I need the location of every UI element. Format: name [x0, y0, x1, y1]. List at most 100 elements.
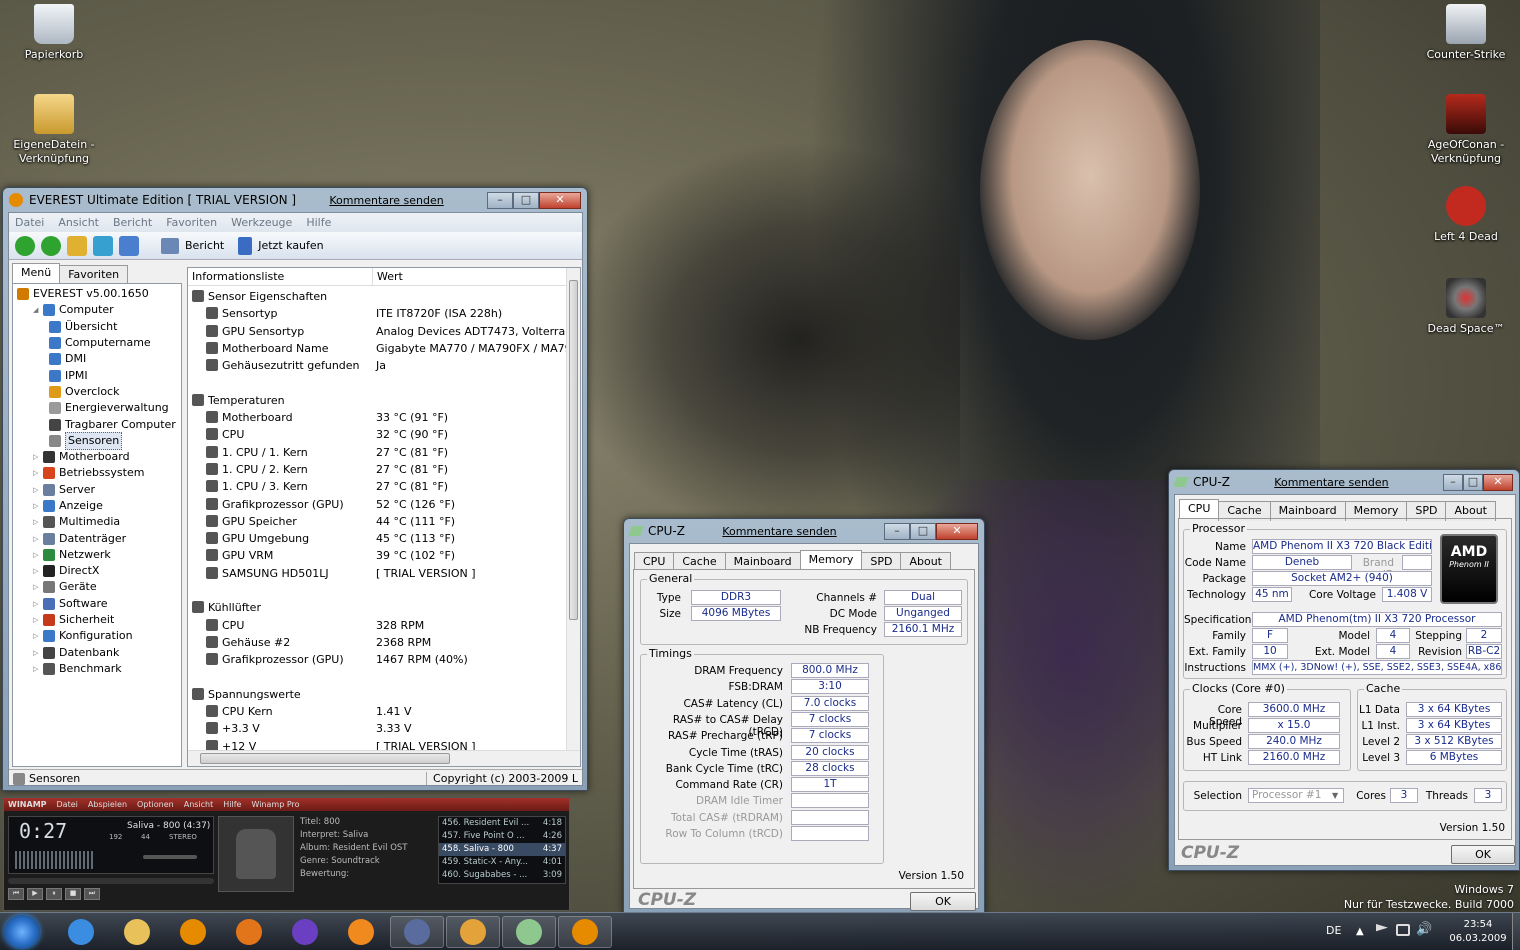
desktop-icon-left4dead[interactable]: Left 4 Dead	[1424, 186, 1508, 244]
taskbar-app-explorer[interactable]	[110, 916, 164, 948]
tab-favoriten[interactable]: Favoriten	[59, 265, 129, 285]
list-vscrollbar[interactable]	[566, 268, 580, 750]
tab-memory[interactable]: Memory	[799, 550, 863, 570]
expand-icon[interactable]: ▷	[33, 449, 43, 465]
volume-icon[interactable]: 🔊	[1416, 922, 1432, 937]
stop-button[interactable]: ■	[65, 888, 81, 900]
maximize-button[interactable]: □	[513, 191, 539, 209]
tree-item[interactable]: ▷ Anzeige	[17, 498, 181, 514]
seek-bar[interactable]	[8, 878, 214, 884]
language-indicator[interactable]: DE	[1326, 924, 1341, 937]
taskbar-app-cpuz[interactable]	[502, 916, 556, 948]
expand-icon[interactable]: ▷	[33, 596, 43, 612]
maximize-button[interactable]: □	[910, 522, 936, 540]
processor-select[interactable]: Processor #1	[1248, 788, 1344, 803]
expand-icon[interactable]: ▷	[33, 498, 43, 514]
pause-button[interactable]: ⏸	[46, 888, 62, 900]
list-row[interactable]: CPU 32 °C (90 °F)	[188, 426, 566, 443]
desktop-icon-age-of-conan[interactable]: AgeOfConan - Verknüpfung	[1424, 94, 1508, 166]
list-hscroll-thumb[interactable]	[200, 753, 450, 764]
kommentare-senden-link[interactable]: Kommentare senden	[722, 525, 836, 538]
cpuz-cpu-titlebar[interactable]: CPU-Z Kommentare senden – □ ✕	[1169, 470, 1519, 494]
taskbar-app-app5[interactable]	[278, 916, 332, 948]
list-row[interactable]: GPU Umgebung 45 °C (113 °F)	[188, 530, 566, 547]
list-row[interactable]: SAMSUNG HD501LJ [ TRIAL VERSION ]	[188, 565, 566, 582]
tree-item[interactable]: ▷ Datenbank	[17, 645, 181, 661]
playlist-item[interactable]: 458. Saliva - 800 4:37	[439, 843, 565, 856]
list-section[interactable]: Sensor Eigenschaften	[188, 288, 566, 305]
winamp-menu-hilfe[interactable]: Hilfe	[223, 800, 241, 809]
taskbar-app-everest2[interactable]	[558, 916, 612, 948]
taskbar-app-player[interactable]	[334, 916, 388, 948]
tree-item[interactable]: ▷ Konfiguration	[17, 628, 181, 644]
list-row[interactable]: Grafikprozessor (GPU) 1467 RPM (40%)	[188, 651, 566, 668]
list-row[interactable]: CPU 328 RPM	[188, 617, 566, 634]
expand-icon[interactable]: ▷	[33, 628, 43, 644]
list-section[interactable]: Kühllüfter	[188, 599, 566, 616]
volume-slider[interactable]	[143, 855, 197, 859]
tree-item[interactable]: EVEREST v5.00.1650	[17, 286, 181, 302]
taskbar-app-everest[interactable]	[166, 916, 220, 948]
list-row[interactable]: Grafikprozessor (GPU) 52 °C (126 °F)	[188, 496, 566, 513]
tree-item[interactable]: ▷ Multimedia	[17, 514, 181, 530]
list-row[interactable]: Gehäusezutritt gefunden Ja	[188, 357, 566, 374]
flag-icon[interactable]	[1376, 924, 1388, 932]
menu-bericht[interactable]: Bericht	[113, 216, 152, 229]
tree-item[interactable]: Computername	[17, 335, 181, 351]
tree-item[interactable]: ◢ Computer	[17, 302, 181, 318]
jetzt-kaufen-button[interactable]: Jetzt kaufen	[258, 239, 323, 252]
tree-item[interactable]: ▷ Benchmark	[17, 661, 181, 677]
start-button[interactable]	[4, 915, 40, 949]
playlist-item[interactable]: 459. Static-X - Any... 4:01	[439, 856, 565, 869]
tree-item[interactable]: ▷ Software	[17, 596, 181, 612]
bericht-button[interactable]: Bericht	[185, 239, 224, 252]
playlist-item[interactable]: 460. Sugababes - ... 3:09	[439, 869, 565, 882]
prev-button[interactable]: ⏮	[8, 888, 24, 900]
taskbar-app-media[interactable]	[222, 916, 276, 948]
ok-button[interactable]: OK	[1451, 845, 1515, 864]
menu-favoriten[interactable]: Favoriten	[166, 216, 217, 229]
tray-arrow-icon[interactable]: ▲	[1356, 926, 1364, 937]
list-row[interactable]: Gehäuse #2 2368 RPM	[188, 634, 566, 651]
tree-item[interactable]: ▷ Betriebssystem	[17, 465, 181, 481]
tree-item[interactable]: IPMI	[17, 367, 181, 383]
play-button[interactable]: ▶	[27, 888, 43, 900]
list-row[interactable]: Sensortyp ITE IT8720F (ISA 228h)	[188, 305, 566, 322]
ok-button[interactable]: OK	[910, 892, 976, 911]
winamp-menu-datei[interactable]: Datei	[57, 800, 78, 809]
expand-icon[interactable]: ▷	[33, 482, 43, 498]
kommentare-senden-link[interactable]: Kommentare senden	[1274, 476, 1388, 489]
tree-item[interactable]: Sensoren	[17, 431, 181, 450]
expand-icon[interactable]: ▷	[33, 465, 43, 481]
tree-item[interactable]: DMI	[17, 351, 181, 367]
close-button[interactable]: ✕	[936, 522, 978, 540]
col-informationsliste[interactable]: Informationsliste	[192, 268, 284, 286]
desktop-icon-dead-space[interactable]: Dead Space™	[1424, 278, 1508, 336]
tab-cpu[interactable]: CPU	[1179, 499, 1220, 519]
tab-menu[interactable]: Menü	[12, 263, 61, 283]
list-row[interactable]: Motherboard Name Gigabyte MA770 / MA790FX…	[188, 340, 566, 357]
everest-titlebar[interactable]: EVEREST Ultimate Edition [ TRIAL VERSION…	[3, 188, 587, 212]
list-section[interactable]: Temperaturen	[188, 392, 566, 409]
list-row[interactable]: GPU VRM 39 °C (102 °F)	[188, 547, 566, 564]
desktop-icon-eigenedatein[interactable]: EigeneDatein - Verknüpfung	[12, 94, 96, 166]
list-row[interactable]: GPU Sensortyp Analog Devices ADT7473, Vol…	[188, 323, 566, 340]
playlist-item[interactable]: 456. Resident Evil ... 4:18	[439, 817, 565, 830]
network-icon[interactable]	[1396, 924, 1410, 936]
close-button[interactable]: ✕	[539, 191, 581, 209]
list-section[interactable]	[188, 669, 566, 686]
menu-datei[interactable]: Datei	[15, 216, 44, 229]
forward-icon[interactable]	[41, 235, 61, 256]
show-desktop-button[interactable]	[1512, 913, 1520, 950]
menu-werkzeuge[interactable]: Werkzeuge	[231, 216, 292, 229]
winamp-menu-optionen[interactable]: Optionen	[137, 800, 174, 809]
expand-icon[interactable]: ▷	[33, 645, 43, 661]
tree-item[interactable]: ▷ Sicherheit	[17, 612, 181, 628]
tree-item[interactable]: ▷ Geräte	[17, 579, 181, 595]
expand-icon[interactable]: ◢	[33, 302, 43, 318]
tree-item[interactable]: ▷ Datenträger	[17, 530, 181, 546]
users-icon[interactable]	[119, 235, 139, 256]
refresh-icon[interactable]	[93, 235, 113, 256]
tree-item[interactable]: Energieverwaltung	[17, 400, 181, 416]
list-vscroll-thumb[interactable]	[569, 280, 578, 620]
